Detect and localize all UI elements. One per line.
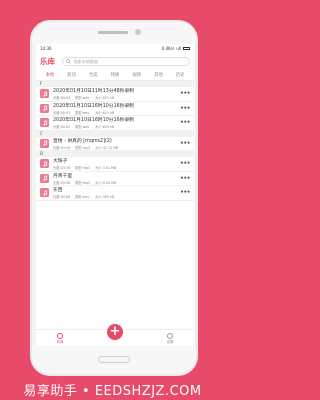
song-name: 音悟 - 讲真的 [mqms2](2): [53, 138, 112, 144]
front-camera: [135, 29, 141, 35]
tab-1[interactable]: 剪切: [61, 72, 83, 78]
song-meta: 长度:00:03 类型:wav 大小:615 kB: [53, 110, 180, 115]
song-name: 东西: [53, 188, 63, 194]
tab-0[interactable]: 本地: [39, 72, 61, 78]
item-info: 音悟 - 讲真的 [mqms2](2) 长度:03:58 类型:mp3 大小:42.1…: [53, 137, 180, 150]
list-item[interactable]: 丹青千里 长度:03:58 类型:mp3 大小:9.50 MB •••: [36, 172, 194, 186]
song-duration: 长度:03:58: [53, 145, 71, 150]
nav-settings[interactable]: 设置: [160, 333, 180, 345]
song-duration: 长度:00:03: [53, 125, 71, 130]
more-options-icon[interactable]: •••: [180, 140, 191, 147]
song-size: 大小:3.81 MB: [95, 166, 117, 171]
home-button[interactable]: [98, 356, 130, 363]
song-list: F 2020年01月10日11时13分48秒录制 长度:00:04 类型:wav 大小:…: [36, 81, 194, 201]
app-header: 乐库: [36, 53, 194, 69]
music-note-icon: [40, 138, 49, 148]
status-time: 14:36: [40, 46, 52, 51]
search-input[interactable]: [70, 58, 189, 64]
song-meta: 长度:03:58 类型:mp3 大小:3.81 MB: [53, 165, 180, 170]
phone-top-bezel: [32, 22, 196, 44]
song-size: 大小:643 kB: [95, 125, 115, 130]
music-note-icon: [40, 188, 49, 198]
song-type: 类型:mp3: [75, 145, 91, 150]
library-icon: [57, 333, 63, 339]
settings-icon: [167, 333, 173, 339]
more-options-icon[interactable]: •••: [180, 160, 191, 167]
tab-4[interactable]: 视频: [126, 72, 148, 78]
search-bar[interactable]: [62, 56, 190, 66]
list-item[interactable]: 2020年01月10日16时10分16秒录制 长度:00:03 类型:wav 大小:6…: [36, 102, 194, 116]
add-button[interactable]: +: [107, 324, 123, 340]
nav-library-label: 乐库: [56, 340, 64, 344]
song-duration: 长度:00:04: [53, 96, 71, 101]
song-duration: 长度:00:03: [53, 110, 71, 115]
song-type: 类型:wav: [75, 125, 90, 130]
song-meta: 长度:03:58 类型:mp3 大小:9.50 MB: [53, 180, 180, 185]
music-note-icon: [40, 159, 49, 169]
more-options-icon[interactable]: •••: [180, 105, 191, 112]
phone-frame: 14:36 0.4K/s ull 乐库 本地剪切合成转换视频其他历史 F2020…: [30, 20, 198, 376]
song-type: 类型:wav: [75, 96, 90, 101]
category-tabs: 本地 剪切 合成 转换 视频 其他 历史: [36, 69, 194, 81]
app-title: 乐库: [40, 56, 55, 66]
app-screen: 14:36 0.4K/s ull 乐库 本地剪切合成转换视频其他历史 F2020…: [36, 44, 194, 348]
song-name: 2020年01月10日11时13分48秒录制: [53, 89, 135, 95]
song-type: 类型:wav: [75, 195, 90, 200]
item-info: 2020年01月10日16时10分16秒录制 长度:00:03 类型:wav 大小:6…: [53, 116, 180, 129]
song-type: 类型:mp3: [75, 166, 91, 171]
list-item[interactable]: 大珠子 长度:03:58 类型:mp3 大小:3.81 MB •••: [36, 157, 194, 172]
music-note-icon: [40, 103, 49, 113]
phone-bottom-bezel: [32, 346, 196, 374]
list-item[interactable]: 东西 长度:00:06 类型:wav 大小:385 kB •••: [36, 186, 194, 201]
battery-icon: [183, 47, 190, 50]
item-info: 2020年01月10日11时13分48秒录制 长度:00:04 类型:wav 大小:8…: [53, 87, 180, 100]
song-name: 2020年01月10日16时10分16秒录制: [53, 103, 135, 109]
song-duration: 长度:03:58: [53, 180, 71, 185]
song-type: 类型:wav: [75, 110, 90, 115]
item-info: 大珠子 长度:03:58 类型:mp3 大小:3.81 MB: [53, 157, 180, 170]
speaker-grille: [98, 31, 128, 34]
song-meta: 长度:03:58 类型:mp3 大小:42.15 MB: [53, 145, 180, 150]
song-name: 丹青千里: [53, 173, 73, 179]
more-options-icon[interactable]: •••: [180, 189, 191, 196]
item-info: 丹青千里 长度:03:58 类型:mp3 大小:9.50 MB: [53, 172, 180, 185]
tab-3[interactable]: 转换: [104, 72, 126, 78]
network-speed: 0.4K/s: [161, 46, 175, 51]
signal-icon: ull: [176, 46, 181, 51]
song-type: 类型:mp3: [75, 180, 91, 185]
song-meta: 长度:00:03 类型:wav 大小:643 kB: [53, 124, 180, 129]
status-right: 0.4K/s ull: [162, 46, 190, 51]
music-note-icon: [40, 89, 49, 99]
song-meta: 长度:00:04 类型:wav 大小:821 kB: [53, 95, 180, 100]
song-meta: 长度:00:06 类型:wav 大小:385 kB: [53, 194, 180, 199]
tab-5[interactable]: 其他: [148, 72, 170, 78]
song-size: 大小:42.15 MB: [95, 145, 119, 150]
song-size: 大小:615 kB: [95, 110, 115, 115]
item-info: 东西 长度:00:06 类型:wav 大小:385 kB: [53, 186, 180, 199]
tab-6[interactable]: 历史: [169, 72, 191, 78]
tab-2[interactable]: 合成: [82, 72, 104, 78]
nav-library[interactable]: 乐库: [50, 333, 70, 345]
nav-settings-label: 设置: [166, 340, 174, 344]
song-name: 2020年01月10日16时10分16秒录制: [53, 118, 135, 124]
song-duration: 长度:00:06: [53, 195, 71, 200]
more-options-icon[interactable]: •••: [180, 119, 191, 126]
more-options-icon[interactable]: •••: [180, 175, 191, 182]
song-size: 大小:9.50 MB: [95, 180, 117, 185]
song-duration: 长度:03:58: [53, 166, 71, 171]
music-note-icon: [40, 173, 49, 183]
watermark: 易享助手 • EEDSHZJZ.COM: [23, 384, 202, 399]
status-bar: 14:36 0.4K/s ull: [36, 44, 194, 53]
more-options-icon[interactable]: •••: [180, 90, 191, 97]
list-item[interactable]: 2020年01月10日16时10分16秒录制 长度:00:03 类型:wav 大小:6…: [36, 116, 194, 131]
music-note-icon: [40, 118, 49, 128]
list-item[interactable]: 2020年01月10日11时13分48秒录制 长度:00:04 类型:wav 大小:8…: [36, 87, 194, 102]
song-name: 大珠子: [53, 159, 68, 165]
list-item[interactable]: 音悟 - 讲真的 [mqms2](2) 长度:03:58 类型:mp3 大小:42.1…: [36, 137, 194, 151]
item-info: 2020年01月10日16时10分16秒录制 长度:00:03 类型:wav 大小:6…: [53, 102, 180, 115]
song-size: 大小:821 kB: [95, 96, 115, 101]
song-size: 大小:385 kB: [95, 195, 115, 200]
